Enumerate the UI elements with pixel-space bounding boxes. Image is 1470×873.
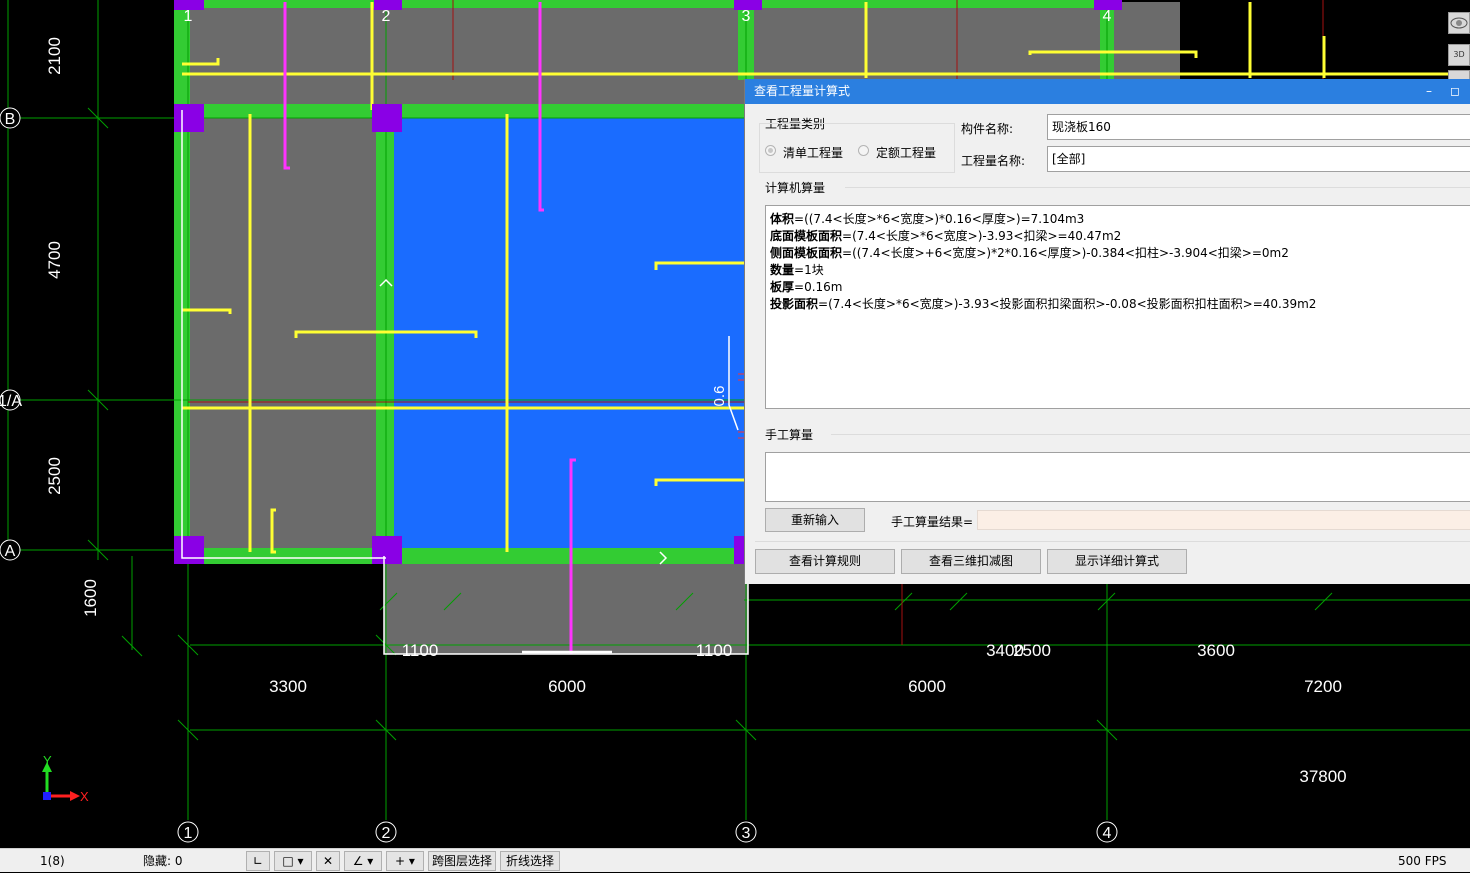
dim-left: 2100 [45,37,64,75]
minimize-icon[interactable]: – [1419,79,1439,104]
dialog-title: 查看工程量计算式 [754,84,851,98]
quantity-name-label: 工程量名称: [961,154,1026,168]
radio-quota-quantity[interactable] [858,145,869,156]
component-name-label: 构件名称: [961,122,1014,136]
manual-result-field[interactable] [977,510,1470,530]
manual-result-label: 手工算量结果= [891,515,974,529]
axis-label-top: 1 [184,8,193,25]
reinput-button[interactable]: 重新输入 [765,508,865,532]
formula-line: 体积=((7.4<长度>*6<宽度>)*0.16<厚度>)=7.104m3 [770,211,1470,228]
dim-row2: 7200 [1304,677,1342,696]
status-bar: 1(8) 隐藏: 0 ∟ □ ▾ ✕ ∠ ▾ + ▾ 跨图层选择 折线选择 50… [0,848,1470,872]
separator [755,541,1470,542]
dim-row1: 1100 [402,641,439,660]
formula-name: 侧面模板面积 [770,246,843,260]
view-toolbar: 3D [1446,4,1470,80]
ortho-icon[interactable]: ∟ [246,851,270,871]
formula-line: 底面模板面积=(7.4<长度>*6<宽度>)-3.93<扣梁>=40.47m2 [770,228,1470,245]
formula-line: 投影面积=(7.4<长度>*6<宽度>)-3.93<投影面积扣梁面积>-0.08… [770,296,1470,313]
formula-name: 投影面积 [770,297,819,311]
slope-label: 0.6 [711,386,728,407]
axis-label-bottom: 3 [742,825,751,842]
maximize-icon[interactable]: ◻ [1445,79,1465,104]
axis-label-top: 4 [1103,8,1112,25]
axis-label-top: 3 [742,8,751,25]
dim-row2: 6000 [908,677,946,696]
formula-expr: =1块 [794,263,824,277]
dialog-title-bar[interactable]: 查看工程量计算式 – ◻ [745,79,1470,104]
formula-expr: =(7.4<长度>*6<宽度>)-3.93<扣梁>=40.47m2 [842,229,1122,243]
formula-line: 板厚=0.16m [770,279,1470,296]
axis-label-left: 1/A [0,393,22,410]
formula-name: 板厚 [770,280,795,294]
cross-select-icon[interactable]: ✕ [316,851,340,871]
manual-formula-input[interactable] [765,452,1470,502]
view-calc-rules-button[interactable]: 查看计算规则 [755,549,895,574]
dim-row1: 3600 [1197,641,1235,660]
slab-gray-balcony[interactable] [384,556,748,654]
radio-bill-quantity[interactable] [765,145,776,156]
formula-expr: =0.16m [794,280,843,294]
angle-snap-icon[interactable]: ∠ ▾ [344,851,382,871]
polyline-select-button[interactable]: 折线选择 [500,851,560,871]
formula-line: 数量=1块 [770,262,1470,279]
dim-row1: 2500 [1013,641,1051,660]
radio-quota-label: 定额工程量 [876,146,937,160]
formula-expr: =((7.4<长度>*6<宽度>)*0.16<厚度>)=7.104m3 [794,212,1085,226]
axis-label-bottom: 1 [184,825,193,842]
offset-icon[interactable]: + ▾ [386,851,424,871]
separator [845,187,1470,188]
manual-calc-label: 手工算量 [765,428,814,442]
dim-row2: 3300 [269,677,307,696]
selection-count: 1(8) [40,854,65,868]
radio-bill-label: 清单工程量 [783,146,844,160]
dim-row2: 6000 [548,677,586,696]
formula-name: 底面模板面积 [770,229,843,243]
computer-calc-label: 计算机算量 [765,181,826,195]
axis-label-left: A [5,543,16,560]
formula-expr: =(7.4<长度>*6<宽度>)-3.93<投影面积扣梁面积>-0.08<投影面… [818,297,1317,311]
formula-expr: =((7.4<长度>+6<宽度>)*2*0.16<厚度>)-0.384<扣柱>-… [842,246,1289,260]
quantity-name-field[interactable]: [全部] [1047,146,1470,172]
view-3d-deduction-button[interactable]: 查看三维扣减图 [901,549,1041,574]
hidden-count: 隐藏: 0 [143,854,183,868]
dim-left: 1600 [81,579,100,617]
show-detail-formula-button[interactable]: 显示详细计算式 [1047,549,1187,574]
axis-label-top: 2 [382,8,391,25]
formula-name: 体积 [770,212,795,226]
view-3d-button[interactable]: 3D [1448,44,1470,66]
separator [831,434,1470,435]
fps-readout: 500 FPS [1398,854,1447,868]
dim-row1: 1100 [696,641,733,660]
component-name-field[interactable]: 现浇板160 [1047,114,1470,140]
quantity-formula-dialog: 查看工程量计算式 – ◻ 工程量类别 清单工程量 定额工程量 构件名称: 现浇板… [744,79,1470,584]
orbit-icon[interactable] [1448,12,1470,34]
axis-label-bottom: 4 [1103,825,1112,842]
dim-total: 37800 [1299,767,1346,786]
formula-name: 数量 [770,263,795,277]
axis-label-bottom: 2 [382,825,391,842]
ucs-x-label: X [80,789,89,804]
dim-left: 4700 [45,241,64,279]
computer-formula-box[interactable]: 体积=((7.4<长度>*6<宽度>)*0.16<厚度>)=7.104m3 底面模… [765,205,1470,409]
axis-label-left: B [5,111,16,128]
dim-left: 2500 [45,457,64,495]
formula-line: 侧面模板面积=((7.4<长度>+6<宽度>)*2*0.16<厚度>)-0.38… [770,245,1470,262]
select-frame-icon[interactable]: □ ▾ [274,851,312,871]
cross-layer-select-button[interactable]: 跨图层选择 [428,851,496,871]
